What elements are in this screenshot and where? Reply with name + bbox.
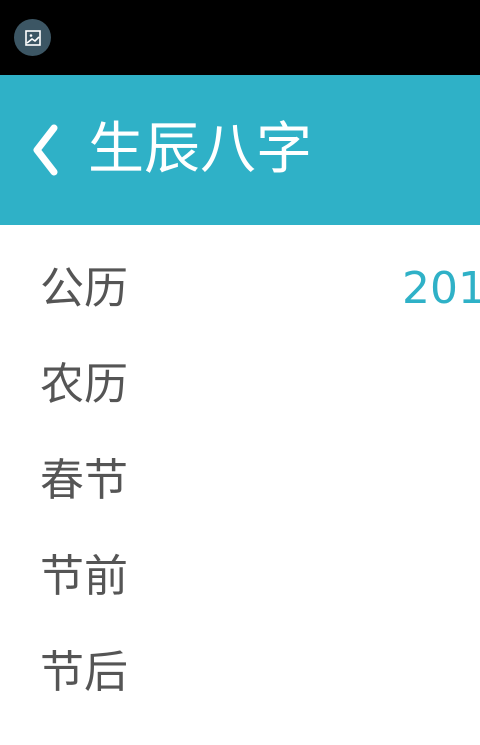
chevron-left-icon [33, 124, 58, 176]
image-icon [14, 19, 51, 56]
app-header: 生辰八字 [0, 75, 480, 225]
row-label-before-festival: 节前 [40, 551, 128, 602]
row-label-lunar: 农历 [40, 359, 128, 410]
row-before-festival[interactable]: 节前 [0, 529, 480, 625]
row-lunar[interactable]: 农历 [0, 337, 480, 433]
image-icon-glyph [24, 29, 41, 46]
back-button[interactable] [20, 115, 70, 185]
row-value-gregorian: 201 [402, 263, 480, 314]
row-after-festival[interactable]: 节后 [0, 625, 480, 721]
row-gregorian[interactable]: 公历 201 [0, 241, 480, 337]
row-label-gregorian: 公历 [40, 263, 128, 314]
status-bar [0, 0, 480, 75]
date-info-list: 公历 201 农历 春节 节前 节后 [0, 225, 480, 745]
row-spring-festival[interactable]: 春节 [0, 433, 480, 529]
row-label-spring-festival: 春节 [40, 455, 128, 506]
row-label-after-festival: 节后 [40, 647, 128, 698]
page-title: 生辰八字 [88, 117, 312, 182]
